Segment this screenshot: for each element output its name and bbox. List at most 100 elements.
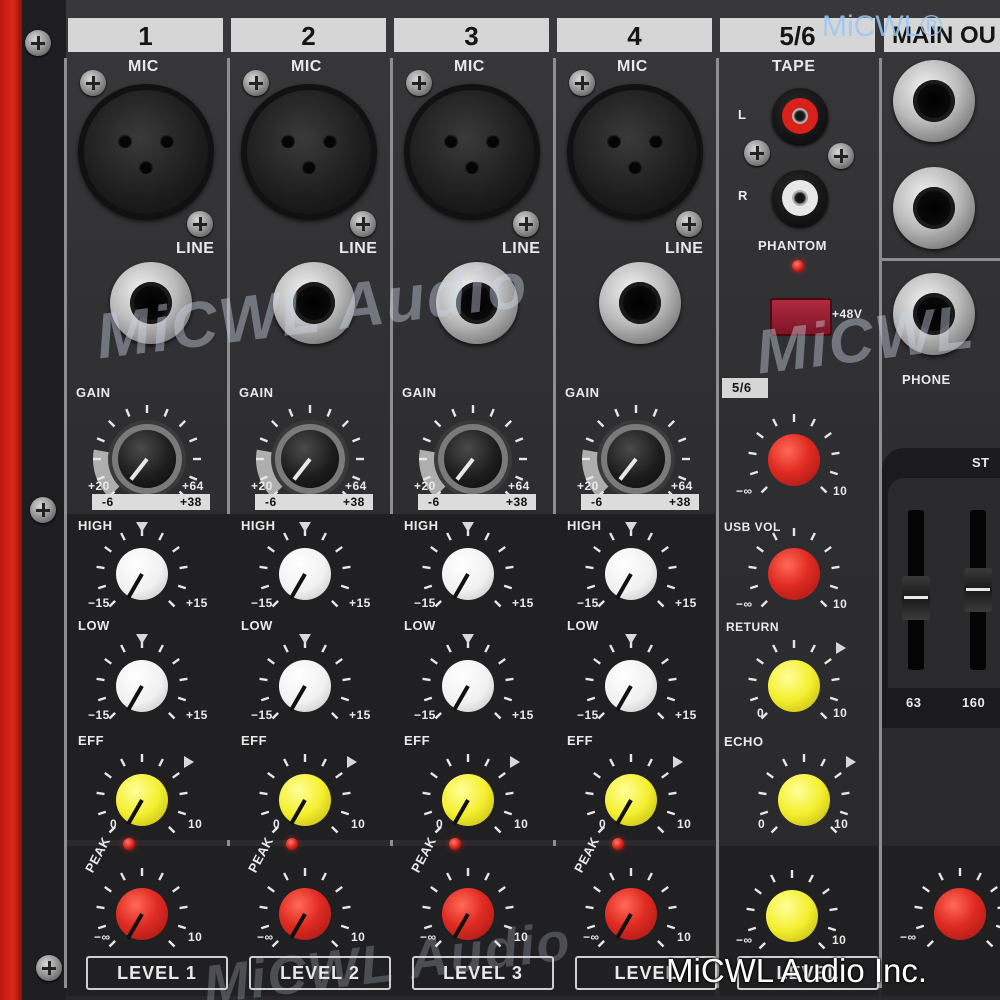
stereo-gain-knob[interactable] xyxy=(768,434,820,486)
line-input-jack[interactable] xyxy=(599,262,681,344)
main-level-knob[interactable] xyxy=(934,888,986,940)
eq-fader-160[interactable] xyxy=(964,568,992,612)
knob-tick xyxy=(335,545,343,553)
knob-tick xyxy=(914,905,923,910)
knob-tick xyxy=(104,657,112,665)
knob-tick xyxy=(505,565,514,570)
xlr-mic-input[interactable] xyxy=(78,84,214,220)
knob-tick xyxy=(808,874,814,883)
knob-tick xyxy=(422,791,431,796)
tape-left-rca-input[interactable] xyxy=(772,88,828,144)
knob-tick xyxy=(177,810,187,816)
peak-led xyxy=(612,838,624,850)
knob-tick xyxy=(498,885,506,893)
knob-tick xyxy=(168,600,176,608)
xlr-mic-input[interactable] xyxy=(241,84,377,220)
knob-tick xyxy=(120,758,126,767)
left-red-rail xyxy=(0,0,22,1000)
knob-tick xyxy=(321,758,327,767)
knob-tick xyxy=(340,584,350,590)
usb-vol-knob[interactable] xyxy=(768,548,820,600)
knob-tick xyxy=(96,905,105,910)
knob-tick xyxy=(422,437,431,443)
return-knob[interactable] xyxy=(768,660,820,712)
line-label: LINE xyxy=(339,240,378,257)
knob-tick xyxy=(434,600,442,608)
eq-fader-63[interactable] xyxy=(902,576,930,620)
gain-line-min: -6 xyxy=(428,495,440,509)
peak-led xyxy=(286,838,298,850)
knob-tick xyxy=(335,771,343,779)
knob-tick xyxy=(597,712,605,720)
scale-ten: 10 xyxy=(351,817,366,831)
xlr-pin xyxy=(649,134,663,148)
knob-tick xyxy=(335,657,343,665)
xlr-screw xyxy=(80,70,106,96)
knob-tick xyxy=(976,872,982,881)
knob-tick xyxy=(505,905,514,910)
knob-tick xyxy=(172,771,180,779)
scale-zero: 0 xyxy=(599,817,607,831)
main-out-right-jack[interactable] xyxy=(893,167,975,249)
rca-screw xyxy=(744,140,770,166)
mic-label: MIC xyxy=(291,58,322,75)
knob-tick xyxy=(647,644,653,653)
knob-tick xyxy=(661,657,669,665)
knob-tick xyxy=(423,696,433,702)
scale-inf: −∞ xyxy=(900,930,917,944)
knob-tick xyxy=(995,924,1000,929)
knob-tick xyxy=(748,451,757,456)
knob-tick xyxy=(168,712,176,720)
stereo-level-knob[interactable] xyxy=(766,890,818,942)
xlr-pin xyxy=(323,134,337,148)
knob-tick xyxy=(178,419,187,428)
knob-tick xyxy=(342,565,351,570)
scale-ten: 10 xyxy=(188,930,203,944)
eq-min: −15 xyxy=(577,596,599,610)
knob-tick xyxy=(259,677,268,682)
knob-tick xyxy=(503,696,513,702)
direction-marker xyxy=(846,756,856,768)
low-label: LOW xyxy=(78,618,110,633)
knob-tick xyxy=(97,584,107,590)
echo-knob[interactable] xyxy=(778,774,830,826)
knob-tick xyxy=(158,532,164,541)
xlr-mic-input[interactable] xyxy=(404,84,540,220)
scale-ten: 10 xyxy=(833,706,848,720)
knob-tick xyxy=(158,872,164,881)
knob-tick xyxy=(926,940,934,948)
xlr-pin xyxy=(628,160,642,174)
knob-tick xyxy=(772,418,778,427)
scale-ten: 10 xyxy=(188,817,203,831)
knob-tick xyxy=(678,437,687,443)
channel-header-3: 3 xyxy=(394,18,549,52)
knob-tick xyxy=(108,600,116,608)
tape-right-rca-input[interactable] xyxy=(772,170,828,226)
knob-tick xyxy=(839,810,849,816)
xlr-pin xyxy=(444,134,458,148)
knob-tick xyxy=(271,712,279,720)
knob-tick xyxy=(168,826,176,834)
scale-ten: 10 xyxy=(833,484,848,498)
scale-ten: 10 xyxy=(834,817,849,831)
knob-tick xyxy=(340,696,350,702)
peak-led xyxy=(449,838,461,850)
xlr-screw xyxy=(513,211,539,237)
knob-tick xyxy=(505,677,514,682)
gain-line-max: +38 xyxy=(343,495,365,509)
xlr-screw xyxy=(243,70,269,96)
knob-tick xyxy=(938,872,944,881)
knob-tick xyxy=(758,942,766,950)
knob-tick xyxy=(990,885,998,893)
gain-min: +20 xyxy=(414,479,436,493)
knob-tick xyxy=(772,532,778,541)
knob-tick xyxy=(283,532,289,541)
main-out-left-jack[interactable] xyxy=(893,60,975,142)
knob-tick xyxy=(748,677,757,682)
knob-tick xyxy=(831,677,840,682)
knob-tick xyxy=(430,885,438,893)
eq-max: +15 xyxy=(186,708,208,722)
knob-tick xyxy=(766,771,774,779)
xlr-mic-input[interactable] xyxy=(567,84,703,220)
rail-screw-bottom xyxy=(36,955,62,981)
